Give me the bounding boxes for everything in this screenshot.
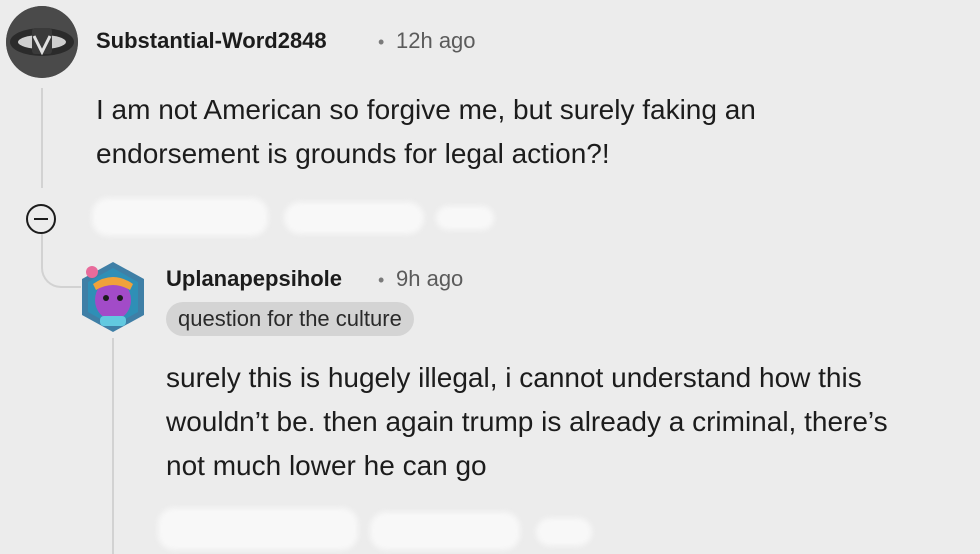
obscured-action-bar: [536, 518, 592, 546]
thread-line-2[interactable]: [112, 338, 114, 554]
obscured-action-bar: [158, 508, 358, 550]
comment-line: endorsement is grounds for legal action?…: [96, 138, 610, 169]
obscured-action-bar: [370, 512, 520, 550]
comment-line: I am not American so forgive me, but sur…: [96, 94, 756, 125]
thread-elbow: [41, 230, 81, 288]
timestamp[interactable]: 9h ago: [396, 266, 463, 292]
meta-separator: •: [378, 270, 385, 290]
user-flair: question for the culture: [166, 302, 414, 336]
username[interactable]: Substantial-Word2848: [96, 28, 327, 54]
meta-separator: •: [378, 32, 385, 52]
comment-body: surely this is hugely illegal, i cannot …: [166, 356, 888, 488]
avatar[interactable]: [6, 6, 78, 78]
thread-line-1[interactable]: [41, 88, 43, 188]
comment-line: wouldn’t be. then again trump is already…: [166, 406, 888, 437]
obscured-action-bar: [92, 198, 268, 236]
avatar-icon: [82, 262, 144, 332]
collapse-thread-button[interactable]: [26, 204, 56, 234]
comment-body: I am not American so forgive me, but sur…: [96, 88, 756, 176]
avatar[interactable]: [80, 260, 146, 332]
comment-line: not much lower he can go: [166, 450, 487, 481]
comment-line: surely this is hugely illegal, i cannot …: [166, 362, 862, 393]
username[interactable]: Uplanapepsihole: [166, 266, 342, 292]
timestamp[interactable]: 12h ago: [396, 28, 476, 54]
obscured-action-bar: [284, 202, 424, 234]
avatar-icon: [6, 6, 78, 78]
obscured-action-bar: [436, 206, 494, 230]
